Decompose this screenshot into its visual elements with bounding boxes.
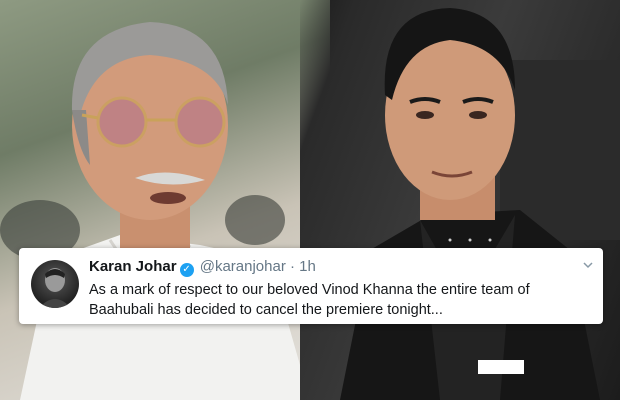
man-with-glasses-photo	[0, 22, 310, 400]
tweet-time[interactable]: 1h	[299, 258, 316, 275]
profile-photo-icon	[39, 268, 71, 308]
verified-icon: ✓	[179, 263, 194, 277]
man-in-jacket-photo	[340, 8, 620, 400]
separator-dot: ·	[290, 258, 295, 275]
photo-left	[0, 0, 330, 400]
author-handle[interactable]: @karanjohar	[200, 258, 286, 275]
photo-right	[300, 0, 620, 400]
author-name[interactable]: Karan Johar	[89, 258, 177, 275]
tweet-header: Karan Johar ✓ @karanjohar · 1h	[89, 258, 316, 277]
avatar[interactable]	[31, 260, 79, 308]
chevron-down-icon[interactable]	[583, 260, 593, 270]
tweet-card[interactable]: Karan Johar ✓ @karanjohar · 1h As a mark …	[19, 248, 603, 324]
tweet-text: As a mark of respect to our beloved Vino…	[89, 282, 530, 318]
